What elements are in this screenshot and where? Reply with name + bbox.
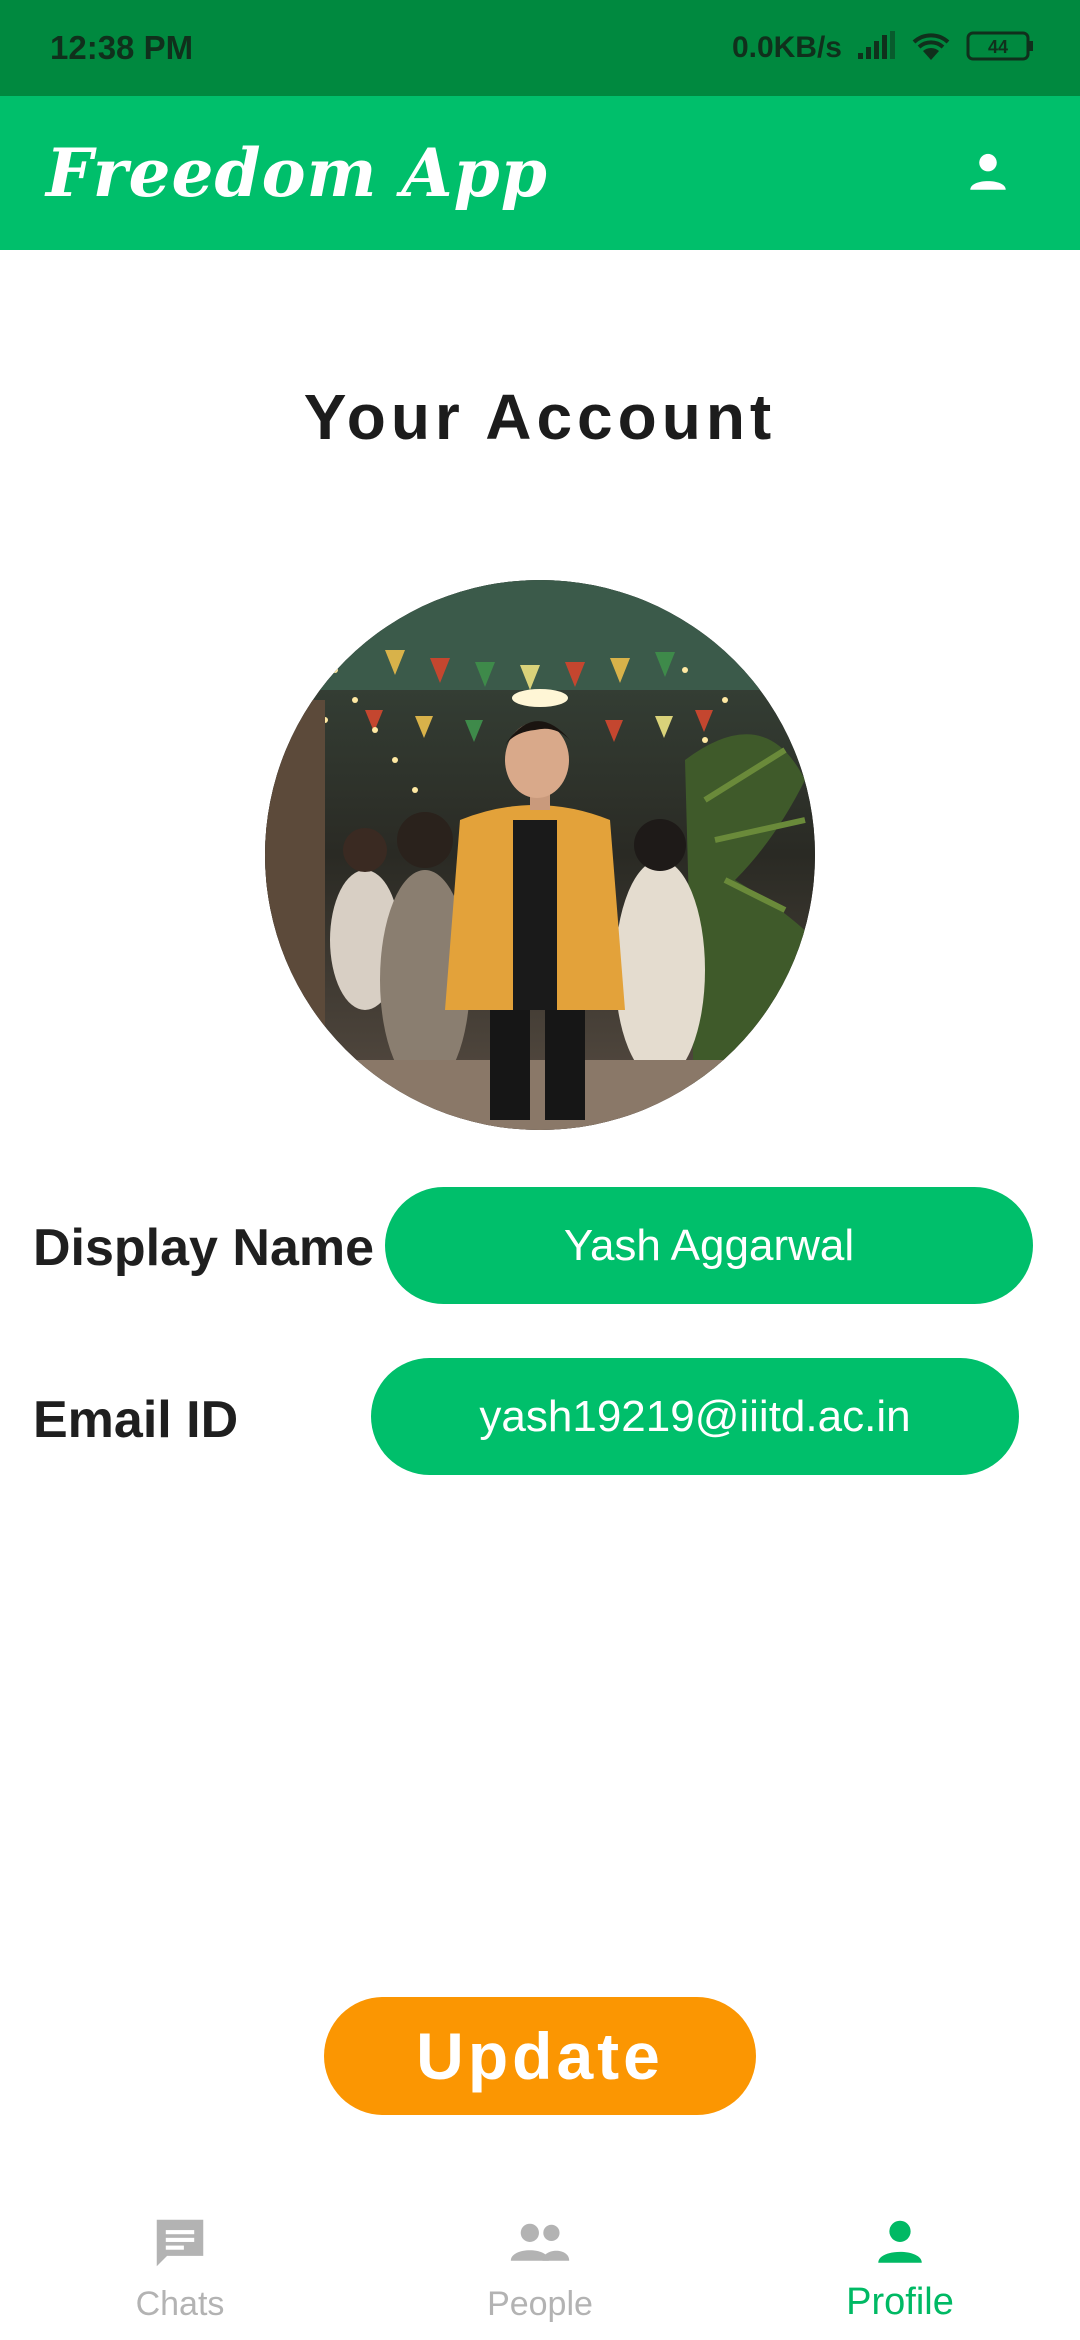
nav-item-people[interactable]: People — [420, 2180, 660, 2340]
person-icon — [963, 146, 1013, 201]
battery-level: 44 — [988, 37, 1008, 57]
status-icons: 0.0KB/s 44 — [732, 30, 1036, 67]
avatar[interactable] — [265, 580, 815, 1130]
nav-label-profile: Profile — [846, 2281, 954, 2323]
page-title: Your Account — [303, 381, 777, 453]
profile-button[interactable] — [958, 143, 1018, 203]
battery-icon: 44 — [966, 30, 1036, 67]
status-time: 12:38 PM — [50, 29, 194, 66]
nav-item-profile[interactable]: Profile — [780, 2180, 1020, 2340]
signal-icon — [856, 30, 896, 66]
display-name-field[interactable]: Yash Aggarwal — [385, 1187, 1033, 1304]
nav-label-people: People — [487, 2285, 593, 2323]
network-speed: 0.0KB/s — [731, 31, 842, 64]
app-title: Freedom App — [46, 134, 548, 212]
update-button[interactable]: Update — [324, 1997, 756, 2115]
nav-item-chats[interactable]: Chats — [60, 2180, 300, 2340]
nav-label-chats: Chats — [135, 2285, 225, 2323]
email-field[interactable]: yash19219@iiitd.ac.in — [371, 1358, 1019, 1475]
bottom-nav: Chats People Profile — [0, 2180, 1080, 2340]
status-bar: 12:38 PM 0.0KB/s 44 — [0, 0, 1080, 96]
display-name-label: Display Name — [33, 1219, 375, 1277]
person-icon — [871, 2212, 929, 2275]
email-label: Email ID — [33, 1391, 239, 1449]
app-bar: Freedom App — [0, 96, 1080, 250]
people-icon — [507, 2212, 573, 2279]
chat-icon — [149, 2212, 211, 2279]
wifi-icon — [910, 30, 952, 67]
